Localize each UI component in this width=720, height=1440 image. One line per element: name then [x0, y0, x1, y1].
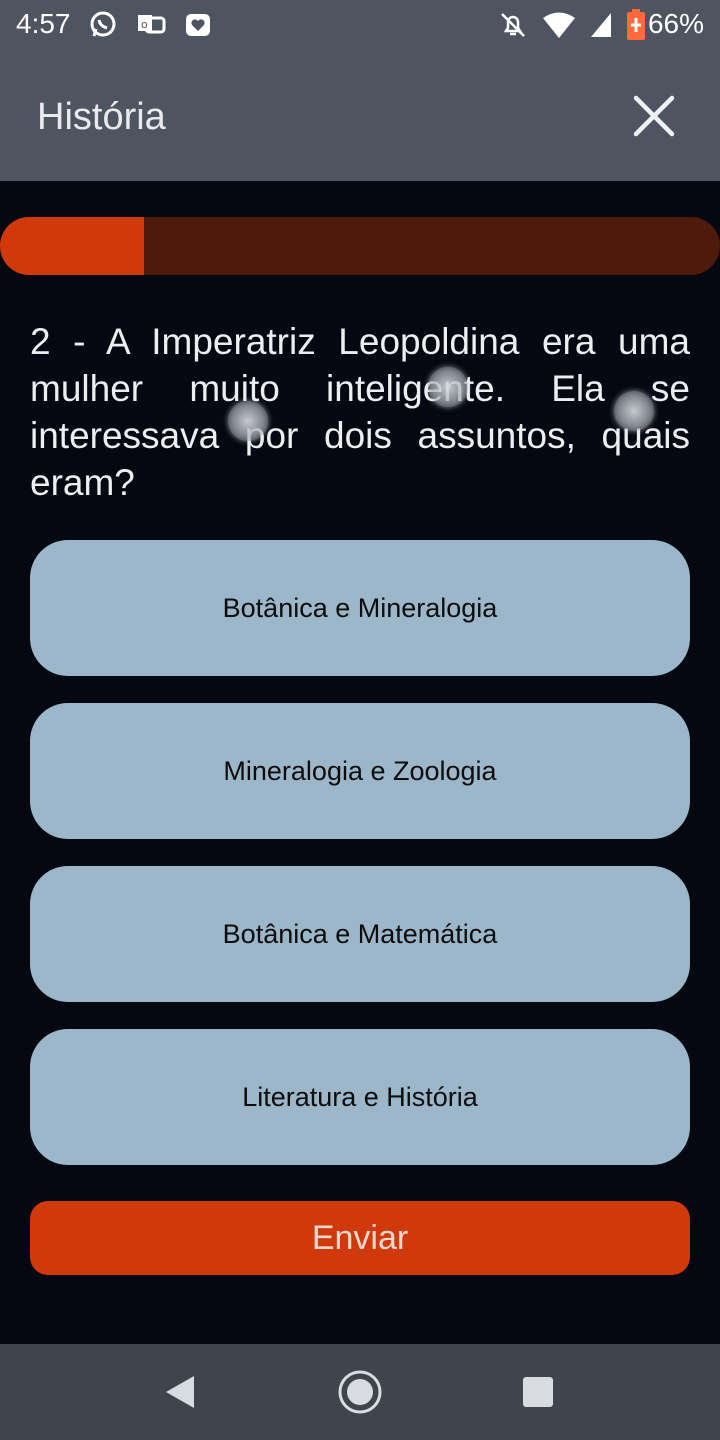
close-button[interactable] [630, 92, 678, 140]
quiz-progress-bar [0, 217, 720, 275]
status-notification-icons: o [88, 9, 212, 44]
answer-option[interactable]: Literatura e História [30, 1029, 690, 1165]
quiz-progress-fill [0, 217, 144, 275]
battery-icon [626, 9, 646, 46]
submit-button[interactable]: Enviar [30, 1201, 690, 1275]
battery-percentage: 66% [647, 8, 704, 39]
home-icon [338, 1370, 382, 1414]
answer-option[interactable]: Mineralogia e Zoologia [30, 703, 690, 839]
app-bar: História [0, 52, 720, 181]
wifi-icon [542, 11, 576, 44]
teams-icon: o [136, 9, 166, 44]
whatsapp-icon [88, 9, 118, 44]
status-system-icons [498, 9, 646, 46]
question-text: 2 - A Imperatriz Leopoldina era uma mulh… [30, 321, 690, 503]
svg-text:o: o [141, 18, 148, 31]
recents-button[interactable] [514, 1368, 562, 1416]
heart-bag-icon [184, 9, 212, 44]
answer-option[interactable]: Botânica e Matemática [30, 866, 690, 1002]
navigation-bar [0, 1344, 720, 1440]
answer-option[interactable]: Botânica e Mineralogia [30, 540, 690, 676]
touch-indicator [614, 391, 654, 431]
page-title: História [37, 96, 166, 138]
home-button[interactable] [336, 1368, 384, 1416]
signal-icon [590, 11, 612, 44]
status-bar: 4:57 o 66% [0, 0, 720, 52]
close-icon [633, 95, 675, 137]
notifications-off-icon [498, 10, 528, 45]
recents-icon [523, 1377, 553, 1407]
back-icon [166, 1376, 194, 1408]
touch-indicator [228, 401, 268, 441]
back-button[interactable] [156, 1368, 204, 1416]
touch-indicator [428, 367, 468, 407]
status-time: 4:57 [16, 8, 71, 39]
